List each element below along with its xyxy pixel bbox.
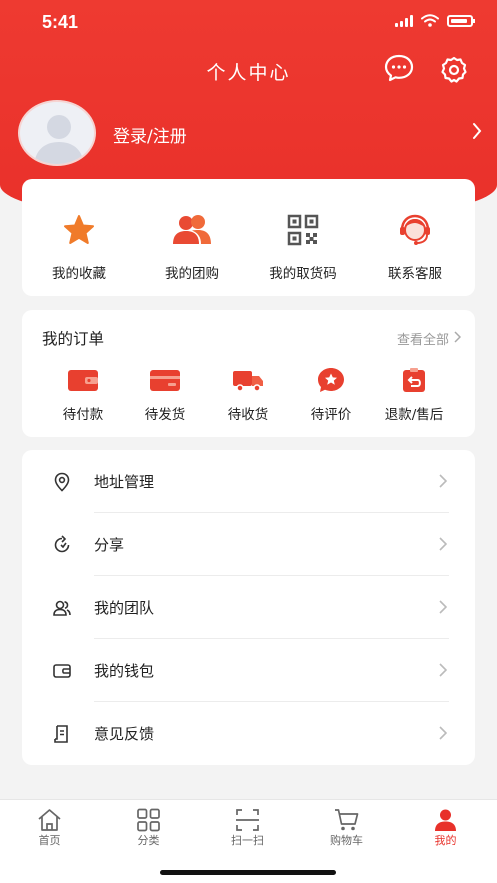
status-icons — [395, 14, 475, 27]
wallet-icon — [68, 370, 98, 391]
refund-icon — [403, 368, 425, 392]
quick-action-label: 我的团购 — [165, 266, 219, 282]
tab-label: 我的 — [434, 834, 457, 847]
truck-icon — [233, 371, 263, 392]
order-status-label: 待发货 — [144, 407, 186, 423]
tab-cart[interactable]: 购物车 — [297, 800, 396, 860]
battery-icon — [447, 14, 475, 27]
wallet-outline-icon — [53, 664, 71, 678]
orders-card: 我的订单 查看全部 待付款 待发货 待收货 待评价 退款/售后 — [22, 310, 475, 437]
chevron-right-icon — [439, 600, 447, 614]
status-bar: 5:41 — [0, 0, 497, 48]
menu-item-label: 意见反馈 — [94, 725, 155, 743]
customer-service-icon — [400, 214, 430, 245]
quick-action-group-buy[interactable]: 我的团购 — [137, 179, 247, 296]
order-pending-payment[interactable]: 待付款 — [38, 365, 128, 435]
tab-label: 购物车 — [330, 834, 363, 847]
chevron-right-icon — [439, 474, 447, 488]
feedback-icon — [54, 725, 68, 743]
qr-code-icon — [287, 214, 319, 246]
menu-item-label: 我的钱包 — [94, 662, 155, 680]
signal-icon — [395, 14, 413, 27]
order-refund-aftersale[interactable]: 退款/售后 — [369, 365, 459, 435]
avatar[interactable] — [18, 100, 96, 166]
chevron-right-icon — [439, 726, 447, 740]
location-icon — [54, 472, 70, 492]
orders-title: 我的订单 — [42, 330, 105, 348]
quick-action-pickup-code[interactable]: 我的取货码 — [248, 179, 358, 296]
tab-label: 首页 — [38, 834, 61, 847]
wifi-icon — [421, 14, 439, 27]
tab-category[interactable]: 分类 — [99, 800, 198, 860]
menu-item-label: 我的团队 — [94, 599, 155, 617]
chevron-right-icon — [439, 663, 447, 677]
page-title: 个人中心 — [206, 62, 291, 84]
profile-row[interactable]: 登录/注册 — [18, 100, 488, 166]
home-icon — [38, 809, 61, 831]
tab-label: 扫一扫 — [231, 834, 264, 847]
status-time: 5:41 — [42, 12, 79, 32]
group-users-icon — [173, 215, 211, 244]
tab-label: 分类 — [137, 834, 160, 847]
menu-item-feedback[interactable]: 意见反馈 — [22, 702, 475, 765]
menu-item-share[interactable]: 分享 — [22, 513, 475, 576]
tab-mine[interactable]: 我的 — [396, 800, 495, 860]
quick-actions-card: 我的收藏 我的团购 我的取货码 联系客服 — [22, 179, 475, 296]
home-indicator — [160, 870, 336, 875]
tab-scan[interactable]: 扫一扫 — [198, 800, 297, 860]
category-icon — [137, 808, 160, 832]
chevron-right-icon — [439, 537, 447, 551]
star-icon — [64, 215, 94, 244]
menu-item-label: 分享 — [94, 536, 125, 554]
review-star-icon — [318, 368, 344, 392]
user-icon — [435, 809, 456, 831]
order-status-label: 待评价 — [310, 407, 352, 423]
cart-icon — [335, 809, 359, 831]
quick-action-customer-service[interactable]: 联系客服 — [360, 179, 470, 296]
package-icon — [150, 370, 180, 391]
tab-home[interactable]: 首页 — [0, 800, 99, 860]
menu-item-wallet[interactable]: 我的钱包 — [22, 639, 475, 702]
order-pending-review[interactable]: 待评价 — [286, 365, 376, 435]
menu-item-team[interactable]: 我的团队 — [22, 576, 475, 639]
quick-action-label: 我的取货码 — [269, 266, 337, 282]
order-pending-receipt[interactable]: 待收货 — [203, 365, 293, 435]
chevron-right-icon — [454, 331, 461, 343]
menu-list-card: 地址管理 分享 我的团队 我的钱包 意见反馈 — [22, 450, 475, 765]
scan-icon — [236, 809, 259, 831]
quick-action-label: 我的收藏 — [52, 266, 106, 282]
login-register-link[interactable]: 登录/注册 — [113, 122, 187, 147]
order-status-label: 退款/售后 — [384, 407, 444, 423]
quick-action-favorites[interactable]: 我的收藏 — [24, 179, 134, 296]
gear-icon[interactable] — [439, 55, 469, 85]
menu-item-label: 地址管理 — [94, 473, 155, 491]
quick-action-label: 联系客服 — [388, 266, 442, 282]
menu-item-address[interactable]: 地址管理 — [22, 450, 475, 513]
chevron-right-icon — [473, 123, 482, 139]
view-all-orders-link[interactable]: 查看全部 — [397, 329, 449, 348]
order-status-label: 待付款 — [62, 407, 104, 423]
default-avatar-icon — [34, 115, 84, 164]
message-bubble-icon[interactable] — [384, 54, 414, 82]
team-icon — [53, 600, 71, 616]
share-icon — [54, 535, 70, 553]
order-pending-shipment[interactable]: 待发货 — [120, 365, 210, 435]
order-status-label: 待收货 — [227, 407, 269, 423]
